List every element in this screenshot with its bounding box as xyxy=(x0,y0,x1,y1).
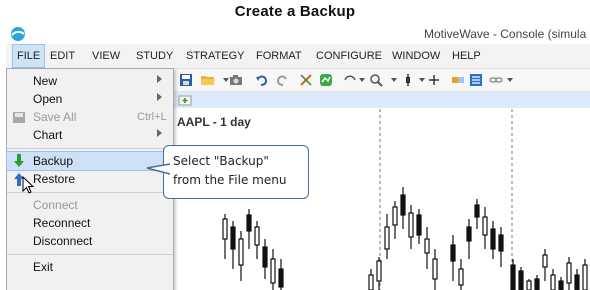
dropdown-arrow-icon[interactable] xyxy=(502,72,518,88)
menu-item-label: New xyxy=(33,74,58,88)
save-icon xyxy=(13,112,25,123)
menu-view[interactable]: VIEW xyxy=(88,44,124,68)
menu-item-exit[interactable]: Exit xyxy=(7,258,173,276)
menu-help[interactable]: HELP xyxy=(448,44,485,68)
indicator-icon[interactable] xyxy=(318,72,334,88)
add-tab-icon[interactable] xyxy=(178,93,192,107)
menu-format[interactable]: FORMAT xyxy=(252,44,306,68)
draw-line-icon[interactable] xyxy=(298,72,314,88)
motivewave-logo-icon xyxy=(11,27,25,41)
submenu-arrow-icon xyxy=(157,129,162,137)
menu-item-label: Chart xyxy=(33,128,63,142)
crosshair-icon[interactable] xyxy=(426,72,442,88)
window-title: MotiveWave - Console (simula xyxy=(424,27,587,41)
menu-item-save-all[interactable]: Save All Ctrl+L xyxy=(7,108,173,126)
submenu-arrow-icon xyxy=(157,75,162,83)
zoom-icon[interactable] xyxy=(368,72,384,88)
menu-study[interactable]: STUDY xyxy=(132,44,177,68)
menu-item-label: Exit xyxy=(33,260,54,274)
open-folder-icon[interactable] xyxy=(200,72,216,88)
menu-item-reconnect[interactable]: Reconnect xyxy=(7,214,173,232)
menu-item-new[interactable]: New xyxy=(7,72,173,90)
menu-separator xyxy=(7,254,173,255)
backup-arrow-icon xyxy=(14,154,24,167)
menu-item-label: Reconnect xyxy=(33,216,91,230)
color-icon[interactable] xyxy=(450,72,466,88)
menu-item-open[interactable]: Open xyxy=(7,90,173,108)
menu-item-connect[interactable]: Connect xyxy=(7,196,173,214)
menu-item-label: Restore xyxy=(33,172,76,186)
undo-icon[interactable] xyxy=(254,72,270,88)
menu-file[interactable]: FILE xyxy=(12,44,46,68)
menu-strategy[interactable]: STRATEGY xyxy=(182,44,248,68)
menu-item-label: Open xyxy=(33,92,63,106)
save-icon[interactable] xyxy=(178,72,194,88)
layout-icon[interactable] xyxy=(468,72,484,88)
callout-line-1: Select "Backup" xyxy=(173,154,269,168)
menu-item-label: Connect xyxy=(33,198,78,212)
title-bar: MotiveWave - Console (simula xyxy=(6,24,590,44)
camera-icon[interactable] xyxy=(228,72,244,88)
menu-item-chart[interactable]: Chart xyxy=(7,126,173,144)
candles xyxy=(222,187,588,290)
redo-icon[interactable] xyxy=(274,72,290,88)
menu-window[interactable]: WINDOW xyxy=(388,44,444,68)
menu-item-label: Backup xyxy=(33,154,74,168)
menu-item-label: Save All xyxy=(33,110,77,124)
menu-separator xyxy=(7,148,173,149)
submenu-arrow-icon xyxy=(157,93,162,101)
callout-pointer xyxy=(146,163,171,175)
callout-line-2: from the File menu xyxy=(173,173,287,187)
menu-edit[interactable]: EDIT xyxy=(46,44,79,68)
menu-configure[interactable]: CONFIGURE xyxy=(312,44,386,68)
menu-item-disconnect[interactable]: Disconnect xyxy=(7,232,173,250)
page-heading: Create a Backup xyxy=(234,3,356,20)
menu-bar: FILE EDIT VIEW STUDY STRATEGY FORMAT CON… xyxy=(6,44,590,69)
mouse-cursor-icon xyxy=(22,176,34,194)
menu-item-shortcut: Ctrl+L xyxy=(137,111,167,123)
menu-item-label: Disconnect xyxy=(33,234,93,248)
